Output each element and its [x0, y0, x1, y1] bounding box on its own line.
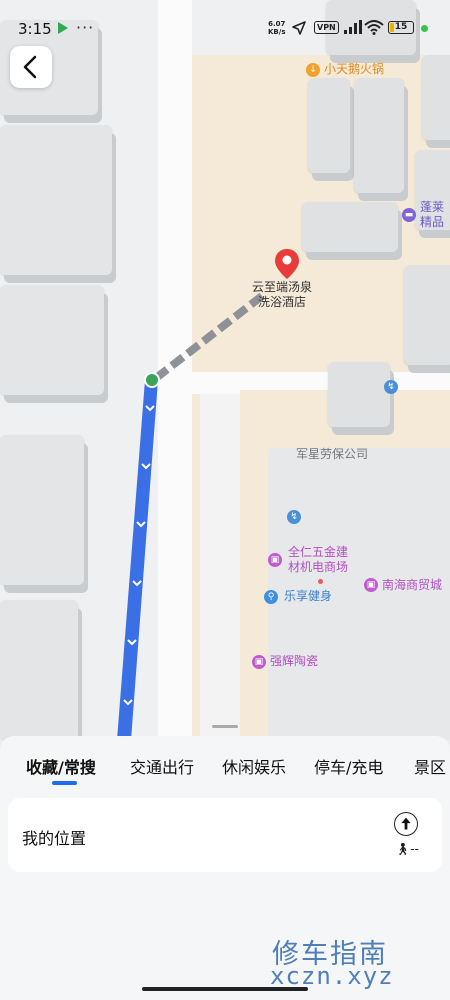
walk-dashed-line [153, 292, 265, 382]
walking-person-icon: 🚶︎ [395, 842, 411, 856]
tab-leisure[interactable]: 休闲娱乐 [222, 754, 286, 778]
hotel-icon: ▬ [402, 208, 416, 222]
shop-icon: ▣ [268, 553, 282, 567]
signal-icon [344, 20, 362, 34]
poi-label-hotel[interactable]: 蓬莱 精品 [420, 200, 444, 230]
battery-icon: 15 [388, 21, 414, 34]
category-tabs: 收藏/常搜 交通出行 休闲娱乐 停车/充电 景区 [0, 754, 450, 784]
back-button[interactable] [10, 46, 52, 88]
tab-transport[interactable]: 交通出行 [130, 754, 194, 778]
walk-distance: -- [410, 842, 419, 856]
poi-label-hardware[interactable]: 全仁五金建 材机电商场 [288, 545, 348, 575]
poi-label-gym[interactable]: 乐享健身 [284, 589, 332, 604]
network-speed: 6.07 KB/s [268, 20, 286, 36]
route-start-dot [144, 372, 160, 388]
turn-direction-icon[interactable] [394, 812, 418, 836]
poi-label-nanhai[interactable]: 南海商贸城 [382, 578, 442, 593]
drag-handle[interactable] [212, 725, 238, 728]
tab-favorites[interactable]: 收藏/常搜 [26, 754, 96, 778]
battery-level: 15 [394, 22, 408, 32]
vpn-icon: VPN [314, 21, 339, 34]
poi-label-labor[interactable]: 军星劳保公司 [296, 447, 368, 462]
route-overlay [117, 292, 265, 740]
map-red-dot [318, 579, 323, 584]
poi-label-destination[interactable]: 云至端汤泉 洗浴酒店 [252, 280, 312, 310]
walk-info: 🚶︎-- [395, 842, 419, 856]
shop-icon: ▣ [252, 655, 266, 669]
watermark-en: xczn.xyz [270, 962, 394, 990]
privacy-indicator-dot [421, 25, 428, 32]
home-indicator[interactable] [142, 987, 308, 991]
active-tab-indicator [52, 781, 77, 785]
shop-icon: ▣ [364, 578, 378, 592]
map-view[interactable]: 云至端汤泉 洗浴酒店 ↓ 小天鹅火锅 ▬ 蓬莱 精品 ↯ 军星劳保公司 ↯ ▣ … [0, 0, 450, 740]
status-bar: 3:15 ··· 6.07 KB/s VPN 15 [0, 0, 450, 52]
poi-label-hotpot[interactable]: 小天鹅火锅 [324, 62, 384, 77]
arrow-sign-icon: ↯ [384, 380, 398, 394]
my-location-card[interactable]: 我的位置 🚶︎-- [8, 798, 442, 872]
poi-label-ceramics[interactable]: 强辉陶瓷 [270, 654, 318, 669]
arrow-sign-icon: ↯ [287, 510, 301, 524]
play-store-icon [58, 22, 68, 34]
chevron-left-icon [23, 55, 37, 79]
tab-scenic[interactable]: 景区 [414, 754, 446, 778]
destination-pin-icon[interactable] [274, 248, 300, 280]
tab-parking[interactable]: 停车/充电 [314, 754, 383, 778]
route-line [117, 380, 158, 740]
gym-icon: ⚲ [264, 590, 278, 604]
food-icon: ↓ [306, 63, 320, 77]
status-time: 3:15 [18, 20, 52, 38]
wifi-icon [364, 20, 384, 35]
my-location-label: 我的位置 [22, 829, 87, 848]
location-arrow-icon [292, 21, 306, 35]
more-notifications-icon: ··· [76, 18, 95, 37]
